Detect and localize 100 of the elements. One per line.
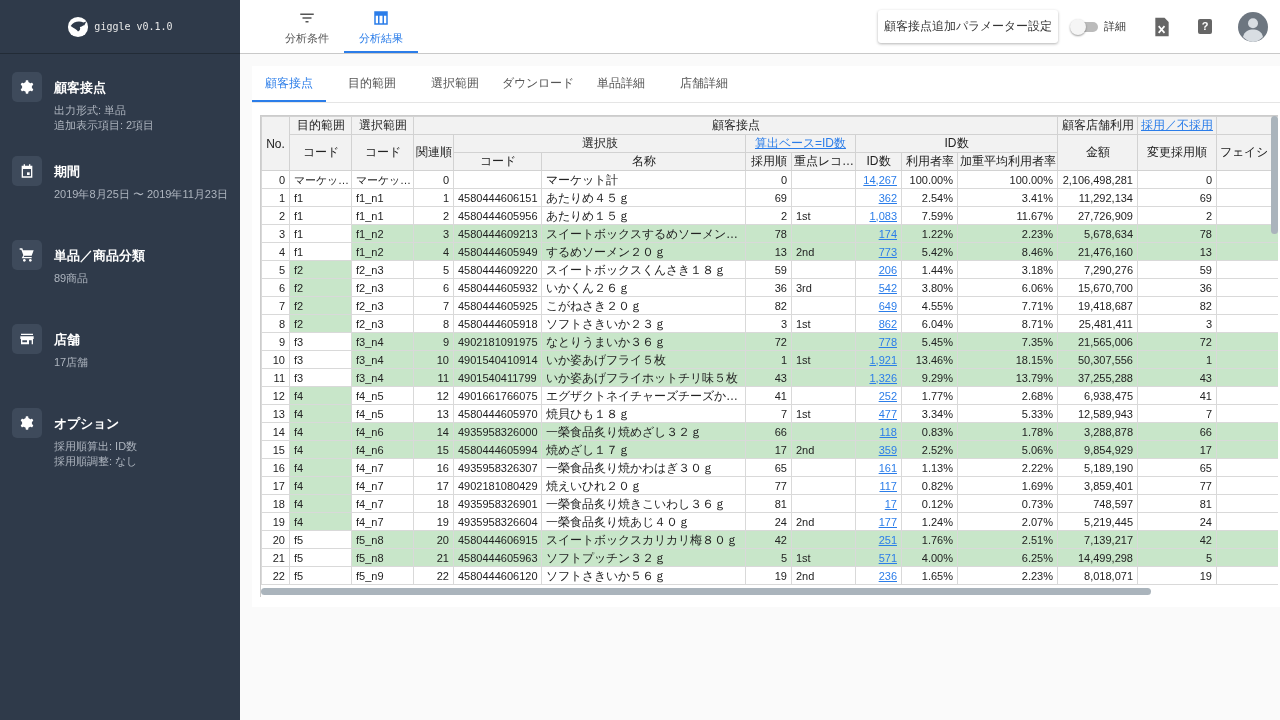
table-cell: 1st [791, 314, 856, 333]
table-cell: ソフトさきいか２３ｇ [541, 314, 746, 333]
table-cell: 17 [261, 476, 290, 495]
table-cell: 2.54% [901, 188, 958, 207]
table-cell: 16 [261, 458, 290, 477]
nav-icon-button[interactable] [12, 408, 42, 438]
table-cell: 5 [261, 260, 290, 279]
table-cell: 15 [261, 440, 290, 459]
table-cell: 16 [413, 458, 454, 477]
table-cell: 2.07% [957, 512, 1058, 531]
vertical-scrollbar[interactable] [1271, 116, 1278, 234]
table-cell: 10 [261, 350, 290, 369]
table-cell: 748,597 [1057, 494, 1138, 513]
column-header: No. [261, 116, 290, 171]
table-cell: 82 [745, 296, 792, 315]
section-summary: 2019年8月25日 〜 2019年11月23日 [54, 187, 229, 202]
table-cell: 1.44% [901, 260, 958, 279]
section-title[interactable]: 顧客接点 [54, 79, 155, 97]
table-cell: 15,670,700 [1057, 278, 1138, 297]
table-cell: 4.55% [901, 296, 958, 315]
column-header: 顧客店舗利用 [1057, 116, 1138, 135]
table-cell: 19 [261, 512, 290, 531]
table-cell: 19 [413, 512, 454, 531]
id-count-link[interactable]: 17 [884, 497, 897, 510]
table-cell: 13 [261, 404, 290, 423]
store-icon [19, 331, 35, 347]
table-cell: 5 [413, 260, 454, 279]
header-link[interactable]: 採用／不採用 [1141, 118, 1213, 132]
view-tab[interactable]: 分析条件 [270, 0, 344, 53]
table-cell: こがねさき２０ｇ [541, 296, 746, 315]
table-cell: 焼貝ひも１８ｇ [541, 404, 746, 423]
table-cell: 21 [261, 548, 290, 567]
table-cell: 69 [1137, 188, 1217, 207]
nav-icon-button[interactable] [12, 72, 42, 102]
header-link[interactable]: 算出ベース=ID数 [755, 136, 846, 150]
table-cell: 100.00% [957, 170, 1058, 189]
table-cell: f5 [289, 566, 352, 585]
parameter-settings-button[interactable]: 顧客接点追加パラメーター設定 [878, 10, 1058, 43]
table-icon [372, 9, 390, 27]
table-cell: f2_n3 [351, 278, 414, 297]
section-title[interactable]: 期間 [54, 163, 229, 181]
table-cell: 81 [1137, 494, 1217, 513]
table-cell: f3 [289, 350, 352, 369]
table-cell: 12,589,943 [1057, 404, 1138, 423]
help-button[interactable]: ? [1198, 19, 1212, 34]
table-cell: 3 [745, 314, 792, 333]
section-title[interactable]: 店舗 [54, 331, 89, 349]
table-cell: 69 [745, 188, 792, 207]
table-cell: 6 [261, 278, 290, 297]
table-cell: 5,219,445 [1057, 512, 1138, 531]
table-cell: 22 [413, 566, 454, 585]
table-cell: 4580444605932 [453, 278, 542, 297]
table-cell: マーケッ… [351, 170, 414, 189]
table-cell: 4 [261, 242, 290, 261]
table-cell: f4_n7 [351, 476, 414, 495]
section-title[interactable]: オプション [54, 415, 138, 433]
section-title[interactable]: 単品／商品分類 [54, 247, 145, 265]
nav-icon-button[interactable] [12, 156, 42, 186]
table-cell: 0 [1137, 170, 1217, 189]
table-cell: 0 [413, 170, 454, 189]
table-cell: f2_n3 [351, 314, 414, 333]
calendar-icon [19, 163, 35, 179]
result-tab[interactable]: 単品詳細 [584, 66, 658, 102]
result-tab[interactable]: ダウンロード [501, 66, 575, 102]
table-cell: 11,292,134 [1057, 188, 1138, 207]
result-tab[interactable]: 顧客接点 [252, 66, 326, 102]
horizontal-scrollbar[interactable] [261, 588, 1151, 595]
table-cell: f1 [289, 242, 352, 261]
table-cell: 0 [745, 170, 792, 189]
table-cell: 4901661766075 [453, 386, 542, 405]
table-cell: 4902181080429 [453, 476, 542, 495]
section-summary: 追加表示項目: 2項目 [54, 118, 155, 133]
table-cell: 7 [261, 296, 290, 315]
table-cell: 19,418,687 [1057, 296, 1138, 315]
result-tab[interactable]: 選択範囲 [418, 66, 492, 102]
table-cell: 1.65% [901, 566, 958, 585]
table-cell: 8 [261, 314, 290, 333]
column-header: 目的範囲 [289, 116, 352, 135]
table-cell: 1 [261, 188, 290, 207]
table-cell: あたりめ１５ｇ [541, 206, 746, 225]
table-cell: f4_n5 [351, 404, 414, 423]
table-cell: 8,018,071 [1057, 566, 1138, 585]
table-cell: 6.04% [901, 314, 958, 333]
view-tab[interactable]: 分析結果 [344, 0, 418, 53]
detail-switch[interactable] [1072, 21, 1098, 32]
table-cell: f4_n7 [351, 458, 414, 477]
result-tab[interactable]: 目的範囲 [335, 66, 409, 102]
table-cell: 11 [261, 368, 290, 387]
result-tab[interactable]: 店舗詳細 [667, 66, 741, 102]
table-cell: 36 [745, 278, 792, 297]
table-cell: 6.06% [957, 278, 1058, 297]
avatar-icon[interactable] [1238, 11, 1268, 42]
table-cell: 1.77% [901, 386, 958, 405]
section-summary: 17店舗 [54, 355, 89, 370]
table-cell: 77 [745, 476, 792, 495]
table-cell: 4580444605918 [453, 314, 542, 333]
table-cell: 4580444605925 [453, 296, 542, 315]
table-cell: 1st [791, 206, 856, 225]
nav-icon-button[interactable] [12, 240, 42, 270]
nav-icon-button[interactable] [12, 324, 42, 354]
